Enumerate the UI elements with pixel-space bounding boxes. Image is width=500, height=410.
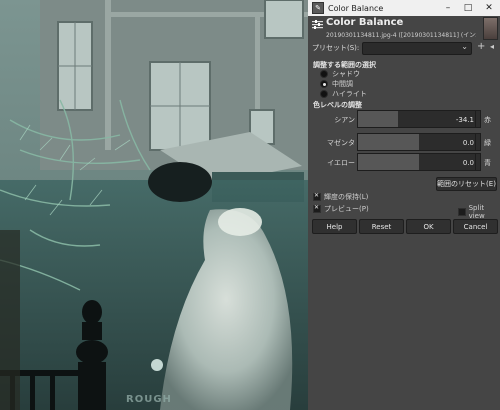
- radio-dot: [320, 90, 328, 98]
- help-button[interactable]: Help: [312, 219, 357, 234]
- slider-left-label: イエロー: [327, 159, 355, 167]
- slider-left-label: シアン: [334, 116, 355, 124]
- checkbox-box-checked: [313, 204, 321, 213]
- title-bar: ✎ Color Balance – □ ✕: [308, 0, 500, 16]
- radio-dot: [320, 70, 328, 78]
- dialog-header: Color Balance 20190301134811.jpg-4 ([201…: [308, 16, 500, 40]
- cancel-button[interactable]: Cancel: [453, 219, 498, 234]
- slider-value: -34.1: [455, 116, 474, 124]
- reset-button[interactable]: Reset: [359, 219, 404, 234]
- radio-midtones[interactable]: 中間調: [320, 79, 353, 89]
- spin-button[interactable]: [475, 154, 480, 170]
- image-thumbnail: [483, 17, 498, 40]
- radio-dot-selected: [320, 80, 328, 88]
- add-preset-icon[interactable]: +: [477, 41, 485, 52]
- slider-yellow-blue: イエロー 0.0 青: [313, 153, 499, 171]
- slider-fill: [358, 134, 419, 150]
- slider-fill: [358, 111, 399, 127]
- window-text-watermark: ROUGH: [126, 394, 172, 405]
- radio-label: ハイライト: [332, 90, 367, 98]
- preserve-luminosity-checkbox[interactable]: 輝度の保持(L): [313, 192, 368, 202]
- reset-range-button[interactable]: 範囲のリセット(E): [436, 177, 497, 191]
- radio-label: シャドウ: [332, 70, 360, 78]
- levels-section-title: 色レベルの調整: [313, 101, 362, 109]
- checkbox-box-checked: [313, 192, 321, 201]
- slider-magenta-green: マゼンタ 0.0 緑: [313, 133, 499, 151]
- image-subtitle: 20190301134811.jpg-4 ([20190301134811] (…: [326, 32, 476, 39]
- checkbox-label: Split view: [468, 204, 485, 220]
- color-balance-icon: [312, 20, 323, 29]
- minimize-icon[interactable]: –: [438, 0, 458, 16]
- slider-fill: [358, 154, 419, 170]
- photo-illustration: [0, 0, 308, 410]
- slider-cyan-red: シアン -34.1 赤: [313, 110, 499, 128]
- maximize-icon[interactable]: □: [458, 0, 478, 16]
- preset-label: プリセット(S):: [312, 44, 360, 52]
- preview-checkbox[interactable]: プレビュー(P): [313, 204, 369, 214]
- slider-right-label: 青: [484, 159, 491, 167]
- radio-highlights[interactable]: ハイライト: [320, 89, 367, 99]
- window-title: Color Balance: [328, 3, 384, 13]
- magenta-green-slider[interactable]: 0.0: [357, 133, 481, 151]
- slider-right-label: 赤: [484, 116, 491, 124]
- split-view-checkbox[interactable]: Split view: [458, 204, 500, 220]
- preset-menu-icon[interactable]: ◂: [490, 42, 494, 51]
- preset-row: プリセット(S): ⌄ + ◂: [312, 41, 498, 55]
- slider-value: 0.0: [462, 159, 474, 167]
- checkbox-label: 輝度の保持(L): [324, 193, 369, 201]
- slider-left-label: マゼンタ: [327, 139, 355, 147]
- ok-button[interactable]: OK: [406, 219, 451, 234]
- checkbox-box: [458, 208, 466, 216]
- preset-select[interactable]: ⌄: [362, 42, 472, 55]
- checkbox-label: プレビュー(P): [324, 205, 369, 213]
- spin-button[interactable]: [475, 134, 480, 150]
- dialog-heading: Color Balance: [326, 17, 404, 28]
- image-canvas[interactable]: ROUGH: [0, 0, 308, 410]
- spin-button[interactable]: [475, 111, 480, 127]
- chevron-down-icon: ⌄: [461, 42, 468, 51]
- radio-label: 中間調: [332, 80, 353, 88]
- color-balance-dialog: ✎ Color Balance – □ ✕ Color Balance 2019…: [308, 0, 500, 410]
- radio-shadows[interactable]: シャドウ: [320, 69, 360, 79]
- yellow-blue-slider[interactable]: 0.0: [357, 153, 481, 171]
- close-icon[interactable]: ✕: [478, 0, 500, 16]
- cyan-red-slider[interactable]: -34.1: [357, 110, 481, 128]
- slider-right-label: 緑: [484, 139, 491, 147]
- dialog-button-row: Help Reset OK Cancel: [312, 219, 498, 234]
- slider-value: 0.0: [462, 139, 474, 147]
- gimp-icon: ✎: [312, 2, 324, 14]
